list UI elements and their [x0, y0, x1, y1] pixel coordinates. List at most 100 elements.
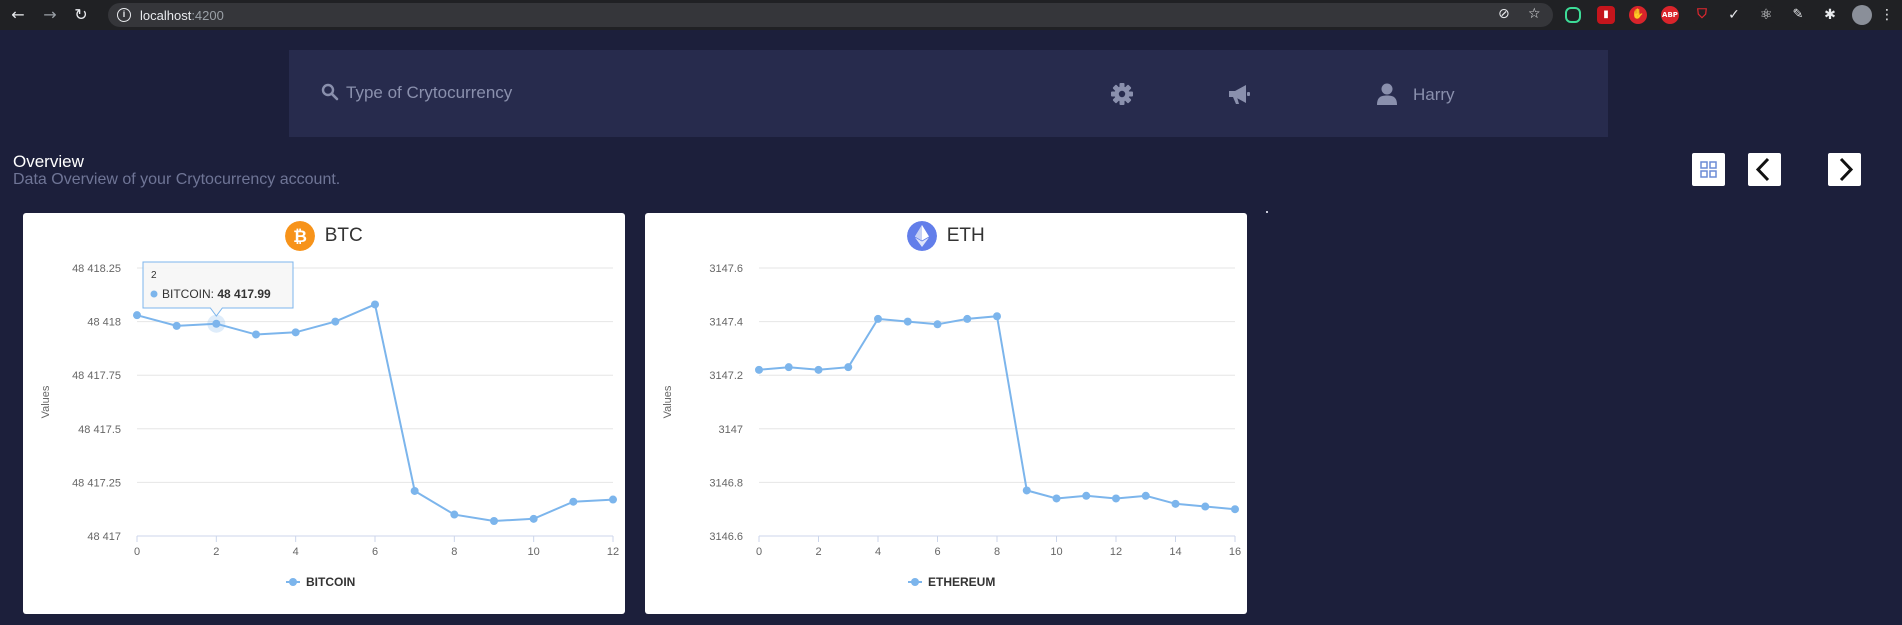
x-tick-label: 12: [607, 546, 619, 558]
data-point[interactable]: [1112, 494, 1120, 503]
y-tick-label: 48 417: [87, 531, 121, 543]
x-tick-label: 4: [875, 546, 881, 558]
eth-line-chart: 3146.6 3146.8 3147 3147.2 3147.4 3147.6 0 2 4 6 8 1…: [662, 263, 1241, 589]
series-line: [136, 302, 614, 523]
data-point[interactable]: [1201, 502, 1210, 511]
data-point[interactable]: [609, 495, 617, 504]
data-point[interactable]: [903, 317, 912, 326]
btc-line-chart: 48 41748 417.2548 417.548 417.7548 41848…: [40, 261, 619, 589]
data-point[interactable]: [844, 363, 853, 372]
data-point[interactable]: [1082, 491, 1091, 500]
x-tick-label: 10: [528, 546, 540, 558]
legend-item[interactable]: ETHEREUM: [908, 575, 995, 589]
data-point[interactable]: [490, 516, 498, 525]
eth-chart-card: 3146.6 3146.8 3147 3147.2 3147.4 3147.6 0 2 4 6 8 1…: [645, 213, 1247, 614]
gear-icon[interactable]: [1109, 81, 1135, 107]
coin-title: BTC: [324, 225, 363, 246]
megaphone-icon[interactable]: [1226, 81, 1252, 107]
menu-dots-icon[interactable]: ⋮: [1876, 4, 1898, 26]
react-extension-icon[interactable]: ⚛: [1757, 6, 1775, 24]
data-point[interactable]: [291, 328, 300, 337]
puzzle-extensions-icon[interactable]: ✱: [1821, 6, 1839, 24]
y-tick-label: 48 417.75: [72, 370, 121, 382]
search-input[interactable]: [346, 79, 806, 107]
data-point[interactable]: [755, 365, 763, 374]
coin-title: ETH: [946, 225, 985, 246]
star-icon[interactable]: ☆: [1528, 6, 1541, 22]
y-tick-label: 48 418: [87, 317, 121, 329]
x-tick-label: 8: [451, 546, 457, 558]
x-tick-label: 16: [1229, 546, 1241, 558]
chart-extension-icon[interactable]: ▮: [1597, 6, 1615, 24]
btc-chart-card: 48 417 48 417.25 48 417.5 48 417.75 48 418 48…: [23, 213, 625, 614]
grid-view-button[interactable]: [1692, 153, 1725, 186]
reload-icon[interactable]: ↻: [70, 4, 92, 26]
x-tick-label: 2: [815, 546, 821, 558]
previous-button[interactable]: [1748, 153, 1781, 186]
data-point[interactable]: [784, 363, 793, 372]
tooltip-marker: [150, 290, 158, 298]
user-name[interactable]: Harry: [1413, 85, 1455, 105]
data-point[interactable]: [331, 317, 340, 326]
next-button[interactable]: [1828, 153, 1861, 186]
y-tick-label: 3146.8: [709, 477, 743, 489]
data-point[interactable]: [933, 320, 942, 329]
data-point[interactable]: [172, 321, 181, 330]
x-tick-label: 0: [756, 546, 762, 558]
shield-extension-icon[interactable]: [1565, 7, 1581, 23]
data-point[interactable]: [1171, 499, 1180, 508]
x-tick-label: 8: [994, 546, 1000, 558]
legend-symbol-dot: [911, 578, 919, 586]
top-header-panel: Harry: [289, 50, 1608, 137]
y-axis-title: Values: [40, 385, 52, 418]
adblock-extension-icon[interactable]: ABP: [1661, 6, 1679, 24]
forward-arrow-icon[interactable]: →: [39, 4, 61, 26]
y-tick-label: 48 418.25: [72, 263, 121, 275]
tooltip: 2 BITCOIN: 48 417.99: [142, 261, 294, 317]
ublock-extension-icon[interactable]: ⛉: [1693, 6, 1711, 24]
bitcoin-icon: ₿: [285, 221, 316, 251]
data-point[interactable]: [963, 314, 972, 323]
hover-halo: [207, 314, 226, 333]
tooltip-value: 48 417.99: [217, 287, 271, 301]
pen-extension-icon[interactable]: ✎: [1789, 6, 1807, 24]
x-tick-label: 14: [1169, 546, 1181, 558]
x-tick-label: 6: [372, 546, 378, 558]
stop-hand-extension-icon[interactable]: ✋: [1629, 6, 1647, 24]
x-tick-label: 0: [134, 546, 140, 558]
legend-item[interactable]: BITCOIN: [286, 575, 355, 589]
back-arrow-icon[interactable]: ←: [7, 4, 29, 26]
data-point[interactable]: [1022, 486, 1031, 495]
data-point[interactable]: [529, 514, 538, 523]
data-point[interactable]: [874, 314, 882, 323]
page-title: Overview: [13, 152, 84, 171]
address-bar[interactable]: i localhost:4200 ⊘ ☆: [108, 3, 1553, 27]
y-tick-label: 3147.4: [709, 317, 743, 329]
y-tick-label: 3147.2: [709, 370, 743, 382]
data-point[interactable]: [569, 497, 578, 506]
data-point[interactable]: [410, 486, 419, 495]
data-point[interactable]: [814, 365, 823, 374]
profile-avatar-icon[interactable]: [1852, 5, 1872, 25]
data-point[interactable]: [1231, 505, 1239, 514]
x-tick-label: 10: [1050, 546, 1062, 558]
page-subtitle: Data Overview of your Crytocurrency acco…: [13, 171, 341, 188]
search-icon: [321, 83, 339, 101]
data-point[interactable]: [450, 510, 459, 519]
data-point[interactable]: [993, 312, 1001, 321]
user-icon[interactable]: [1374, 81, 1400, 107]
data-point[interactable]: [1052, 494, 1061, 503]
site-info-icon[interactable]: i: [117, 8, 131, 22]
card-header: ₿ BTC: [23, 221, 625, 255]
checkmark-extension-icon[interactable]: ✓: [1725, 6, 1743, 24]
data-point[interactable]: [371, 300, 379, 309]
url-text: localhost:4200: [140, 8, 224, 23]
data-point[interactable]: [133, 311, 141, 320]
y-tick-label: 3147.6: [709, 263, 743, 275]
grid-view-icon: [1700, 161, 1717, 178]
data-point[interactable]: [1141, 491, 1150, 500]
data-point[interactable]: [252, 330, 260, 339]
x-tick-label: 12: [1110, 546, 1122, 558]
eye-off-icon[interactable]: ⊘: [1498, 6, 1510, 22]
tooltip-header: 2: [151, 270, 157, 281]
